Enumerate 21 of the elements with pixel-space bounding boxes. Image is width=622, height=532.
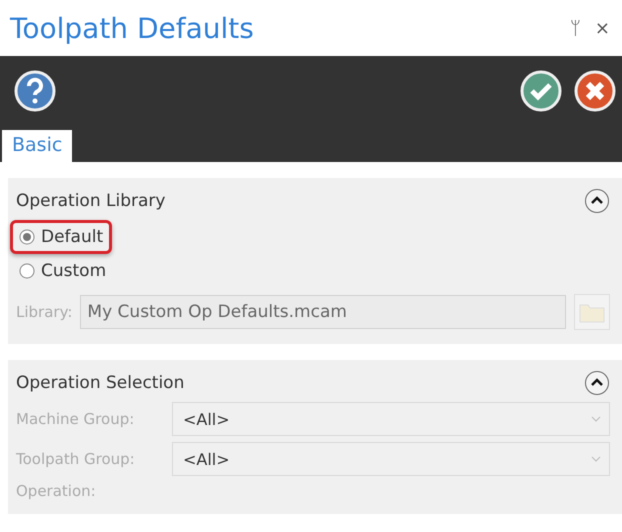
dropdown-label: Machine Group: [16, 410, 136, 428]
help-button[interactable] [14, 70, 56, 112]
collapse-button[interactable] [584, 188, 610, 214]
cancel-button[interactable] [574, 70, 616, 112]
chevron-down-icon [591, 416, 601, 422]
close-button[interactable]: × [590, 18, 614, 38]
tab[interactable]: Basic [2, 130, 72, 162]
collapse-button[interactable] [584, 370, 610, 396]
radio-icon[interactable] [19, 263, 35, 279]
chevron-down-icon [591, 456, 601, 462]
window-title: Toolpath Defaults [10, 12, 255, 44]
highlighted-radio-option[interactable]: Default [10, 220, 112, 254]
dropdown-label: Toolpath Group: [16, 450, 136, 468]
radio-icon[interactable] [19, 229, 35, 245]
radio-option[interactable]: Custom [10, 254, 116, 288]
ok-button[interactable] [520, 70, 562, 112]
section-title: Operation Library [16, 191, 166, 211]
section-title: Operation Selection [16, 373, 184, 393]
library-label: Library: [16, 303, 72, 321]
operation-label: Operation: [16, 482, 96, 500]
pin-button[interactable]: ᛘ [566, 18, 585, 38]
